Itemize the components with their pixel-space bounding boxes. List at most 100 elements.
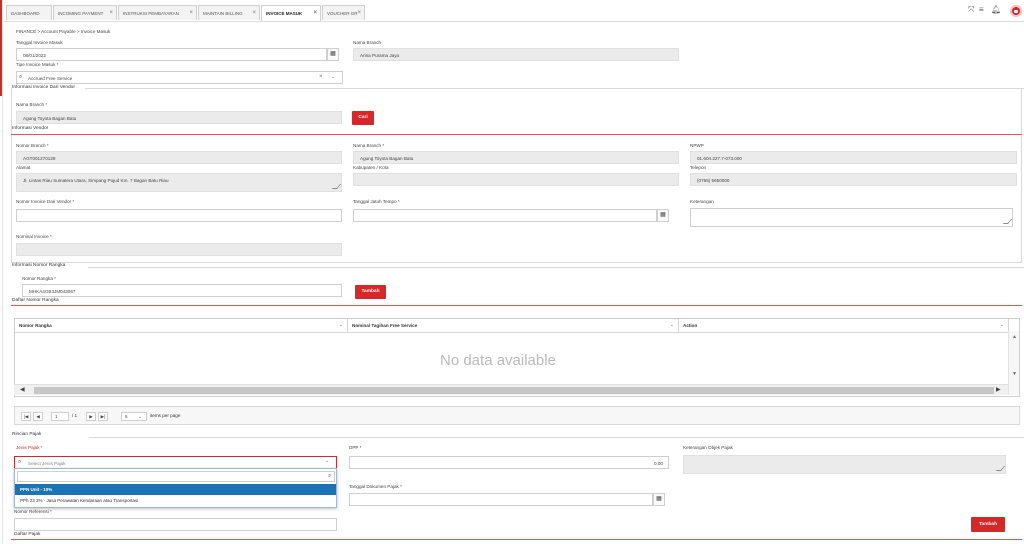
search-icon: ⌕ (18, 459, 22, 465)
npwp-field: 01.604.227.7-073.000 (690, 151, 1017, 164)
scroll-down-icon[interactable]: ▼ (1012, 371, 1017, 377)
section-rincian-pajak: Rincian Pajak (12, 432, 42, 437)
tab-dashboard[interactable]: DASHBOARD (6, 5, 52, 20)
nama-branch-label: Nama Branch (353, 40, 382, 45)
calendar-icon[interactable]: ▦ (327, 48, 339, 61)
section-border (1021, 88, 1022, 262)
dpp-input[interactable]: 0,00 (349, 456, 669, 469)
info-nama-branch-label: Nama Branch * (353, 143, 385, 148)
nomor-referensi-input[interactable] (14, 518, 337, 531)
resize-grip-icon[interactable] (331, 184, 341, 189)
tab-voucher-gr[interactable]: VOUCHER GR × (322, 5, 365, 20)
vendor-nama-branch-field: Agung Toyota Bagan Batu (16, 111, 342, 124)
tab-bar: DASHBOARD INCOMING PAYMENT × INSTRUKSI PE… (4, 0, 1024, 22)
chevron-down-icon[interactable]: ⌄ (1000, 322, 1004, 328)
column-header-nomor-rangka[interactable]: Nomor Rangka ⌄ (15, 319, 348, 332)
tanggal-dokumen-pajak-label: Tanggal Dokumen Pajak * (349, 484, 402, 489)
close-icon[interactable]: × (357, 10, 361, 16)
tab-invoice-masuk[interactable]: INVOICE MASUK × (261, 5, 321, 21)
column-header-nominal-tagihan[interactable]: Nominal Tagihan Free Service ⌄ (348, 319, 679, 332)
tambah-rangka-button[interactable]: Tambah (355, 285, 386, 299)
info-nama-branch-field: Agung Toyota Bagan Batu (353, 151, 679, 164)
close-icon[interactable]: × (252, 10, 256, 16)
dropdown-option[interactable]: PPh 23 2% - Jasa Perawatan Kendaraan ata… (15, 495, 336, 506)
resize-grip-icon[interactable] (995, 466, 1005, 471)
tipe-invoice-select[interactable]: Accrued Free Service (16, 71, 343, 84)
section-daftar-nomor-rangka: Daftar Nomor Rangka (12, 298, 59, 303)
tanggal-dokumen-pajak-input[interactable] (349, 493, 653, 506)
tanggal-invoice-field[interactable]: 08/01/2022 (16, 48, 327, 61)
tanggal-jatuh-tempo-input[interactable] (353, 209, 657, 222)
bell-icon[interactable]: 🔔︎ (991, 6, 1001, 14)
tanggal-jatuh-tempo-label: Tanggal Jatuh Tempo * (353, 199, 400, 204)
column-title: Nomor Rangka (19, 323, 52, 328)
search-icon: ⌕ (328, 473, 332, 479)
tab-label: VOUCHER GR (327, 11, 358, 16)
section-informasi-invoice-vendor: Informasi Invoice Dari Vendor (12, 85, 75, 90)
scroll-left-icon[interactable]: ◀ (20, 386, 25, 393)
search-icon: ⌕ (19, 74, 23, 80)
page-number-input[interactable]: 1 (51, 412, 69, 421)
calendar-icon[interactable]: ▦ (653, 493, 665, 506)
cari-button[interactable]: Cari (352, 111, 374, 125)
nominal-invoice-label: Nominal Invoice * (16, 234, 52, 239)
clear-icon[interactable]: × (319, 74, 323, 80)
chevron-down-icon[interactable]: ⌄ (339, 322, 343, 328)
scroll-right-icon[interactable]: ▶ (996, 386, 1001, 393)
column-title: Action (683, 323, 698, 328)
resize-grip-icon[interactable] (1002, 219, 1012, 224)
page-size-select[interactable]: 5 ⌄ (121, 412, 147, 421)
horizontal-scrollbar[interactable]: ◀ ▶ (14, 384, 1008, 395)
divider (88, 267, 1024, 268)
next-page-button[interactable]: ▶ (86, 412, 96, 421)
divider (15, 332, 1019, 333)
last-page-button[interactable]: ▶| (98, 412, 108, 421)
divider (11, 262, 1022, 263)
nomor-invoice-vendor-input[interactable] (16, 209, 342, 222)
tab-label: DASHBOARD (11, 11, 40, 16)
vertical-scrollbar[interactable]: ▲ ▼ (1008, 331, 1019, 395)
vendor-nama-branch-label: Nama Branch * (16, 102, 48, 107)
user-avatar-icon[interactable] (1010, 5, 1022, 17)
divider (11, 539, 1022, 540)
nomor-rangka-input[interactable]: MHKA4GB3JM043057 (22, 284, 342, 297)
prev-page-button[interactable]: ◀ (33, 412, 43, 421)
tab-label: INCOMING PAYMENT (58, 11, 104, 16)
chevron-down-icon[interactable]: ⌄ (670, 322, 674, 328)
nomor-invoice-vendor-label: Nomor Invoice Dari Vendor * (16, 199, 75, 204)
nomor-branch-field: AGT001270129 (16, 151, 342, 164)
keterangan-textarea[interactable] (690, 208, 1013, 227)
chevron-down-icon[interactable]: ⌄ (331, 74, 335, 80)
tab-incoming-payment[interactable]: INCOMING PAYMENT × (53, 5, 117, 20)
jenis-pajak-placeholder: Select Jenis Pajak (28, 461, 66, 466)
tab-maintain-billing[interactable]: MAINTAIN BILLING × (198, 5, 260, 20)
chevron-down-icon: ⌄ (138, 414, 142, 419)
scrollbar-thumb[interactable] (34, 387, 994, 394)
tab-instruksi-pembayaran[interactable]: INSTRUKSI PEMBAYARAN × (118, 5, 197, 20)
first-page-button[interactable]: |◀ (21, 412, 31, 421)
chevron-down-icon[interactable]: ⌄ (325, 458, 329, 464)
scroll-up-icon[interactable]: ▲ (1012, 334, 1017, 340)
close-icon[interactable]: × (189, 10, 193, 16)
expand-icon[interactable]: ⤧ (968, 6, 974, 14)
dropdown-option[interactable]: PPN Unit - 10% (15, 484, 336, 495)
close-icon[interactable]: × (313, 10, 317, 16)
section-informasi-nomor-rangka: Informasi Nomor Rangka (12, 263, 66, 268)
keterangan-label: Keterangan (690, 199, 714, 204)
items-per-page-label: items per page (150, 413, 181, 418)
jenis-pajak-label: Jenis Pajak * (16, 445, 43, 450)
column-header-action[interactable]: Action ⌄ (679, 319, 1009, 332)
npwp-label: NPWP (690, 143, 704, 148)
nomor-branch-label: Nomor Branch * (16, 143, 49, 148)
keterangan-objek-pajak-label: Keterangan Objek Pajak (683, 445, 733, 450)
alamat-label: Alamat (16, 165, 31, 170)
tambah-pajak-button[interactable]: Tambah (971, 517, 1005, 532)
dropdown-search-input[interactable]: ⌕ (17, 471, 335, 482)
calendar-icon[interactable]: ▦ (657, 209, 669, 222)
menu-icon[interactable]: ≡ (979, 6, 984, 14)
divider (11, 134, 1022, 135)
tipe-invoice-label: Tipe Invoice Masuk * (16, 62, 59, 67)
close-icon[interactable]: × (109, 10, 113, 16)
nomor-rangka-label: Nomor Rangka * (22, 276, 56, 281)
keterangan-objek-pajak-field (683, 455, 1006, 474)
